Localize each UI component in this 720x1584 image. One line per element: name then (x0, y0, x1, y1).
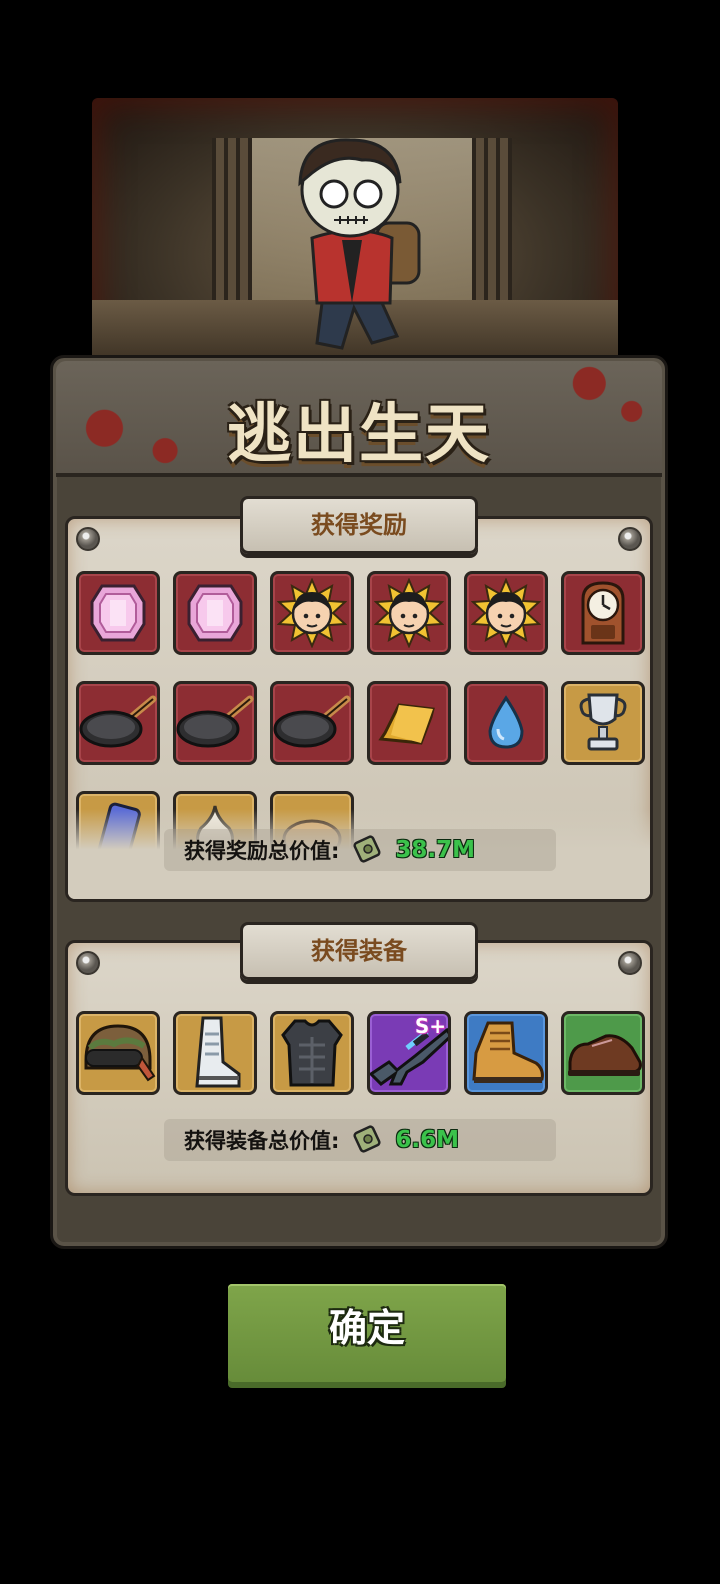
reward-item-slot[interactable] (76, 681, 160, 765)
title-band: 逃出生天 (56, 361, 662, 477)
silver-trophy-icon (575, 689, 631, 757)
rivet-icon (76, 951, 100, 975)
equipment-item-slot[interactable] (76, 1011, 160, 1095)
grandfather-clock-icon (575, 579, 631, 647)
reward-item-slot[interactable] (367, 681, 451, 765)
page-title: 逃出生天 (227, 398, 491, 472)
pink-gem-icon (88, 580, 148, 646)
cash-icon (353, 833, 383, 868)
reward-item-slot[interactable] (270, 681, 354, 765)
reward-item-slot[interactable] (367, 571, 451, 655)
frying-pan-icon (273, 695, 351, 751)
reward-item-slot[interactable] (561, 681, 645, 765)
reward-item-slot[interactable] (76, 571, 160, 655)
work-boot-icon (467, 1017, 545, 1089)
rewards-total: 获得奖励总价值: 38.7M (164, 829, 556, 871)
rewards-header: 获得奖励 (240, 496, 478, 554)
equipment-total-value: 6.6M (395, 1127, 460, 1153)
reward-item-slot[interactable] (464, 681, 548, 765)
equipment-header: 获得装备 (240, 922, 478, 980)
equipment-total: 获得装备总价值: 6.6M (164, 1119, 556, 1161)
reward-item-slot[interactable] (270, 571, 354, 655)
frying-pan-icon (79, 695, 157, 751)
reward-item-slot[interactable] (561, 571, 645, 655)
rarity-badge: S+ (414, 1014, 446, 1038)
frying-pan-icon (176, 695, 254, 751)
rivet-icon (76, 527, 100, 551)
reward-item-slot[interactable] (173, 571, 257, 655)
reward-item-slot[interactable] (464, 571, 548, 655)
sun-face-icon (374, 578, 444, 648)
equipment-total-label: 获得装备总价值: (184, 1129, 340, 1153)
equipment-item-slot[interactable] (270, 1011, 354, 1095)
body-armor-icon (279, 1015, 345, 1091)
rewards-section: 获得奖励总价值: 38.7M (65, 516, 653, 902)
rewards-total-value: 38.7M (395, 837, 476, 863)
gold-bar-icon (377, 695, 441, 751)
result-panel: 逃出生天 获得奖励总价值: 38.7M 获得奖励 S+ 获得装备总价值: 6.6… (50, 355, 668, 1249)
rewards-total-label: 获得奖励总价值: (184, 839, 340, 863)
equipment-item-slot[interactable] (464, 1011, 548, 1095)
zombie-character-icon (298, 138, 421, 350)
sun-face-icon (277, 578, 347, 648)
leather-shoe-icon (564, 1022, 642, 1084)
equipment-item-slot[interactable] (173, 1011, 257, 1095)
confirm-button[interactable]: 确定 (228, 1284, 506, 1382)
equipment-item-slot[interactable]: S+ (367, 1011, 451, 1095)
rivet-icon (618, 527, 642, 551)
cash-icon (353, 1123, 383, 1158)
hero-banner (92, 98, 618, 360)
sun-face-icon (471, 578, 541, 648)
boot-icon (185, 1014, 245, 1092)
rivet-icon (618, 951, 642, 975)
reward-item-slot[interactable] (173, 681, 257, 765)
pink-gem-icon (185, 580, 245, 646)
water-drop-icon (484, 695, 528, 751)
helmet-icon (79, 1018, 157, 1088)
equipment-item-slot[interactable] (561, 1011, 645, 1095)
